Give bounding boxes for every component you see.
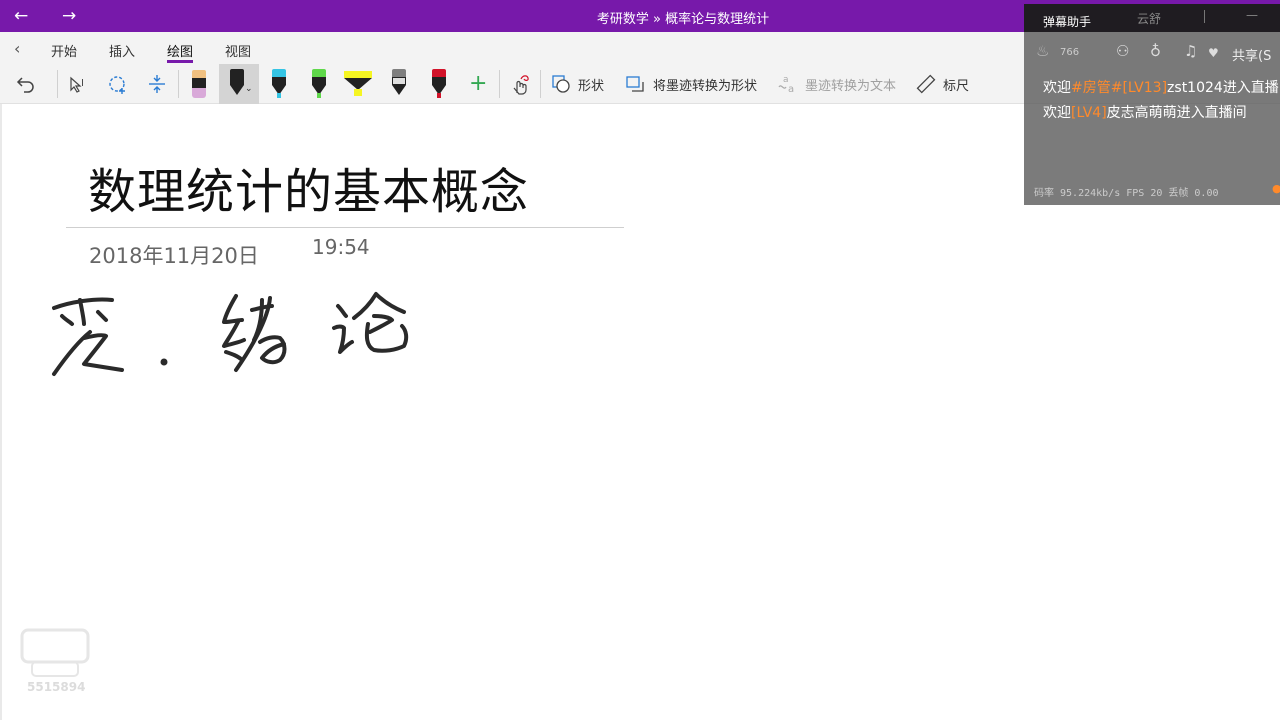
danmu-message: 欢迎#房管#[LV13]zst1024进入直播间 <box>1043 77 1280 97</box>
ink-stroke <box>224 350 244 362</box>
ruler-icon <box>916 74 936 94</box>
user-icon: ⚇ <box>1116 42 1130 60</box>
msg-suffix: 进入直播间 <box>1222 80 1280 96</box>
status-dot-icon: ● <box>1272 182 1280 195</box>
msg-tag: #房管#[LV13] <box>1071 80 1168 96</box>
tab-view[interactable]: 视图 <box>225 41 251 60</box>
touch-draw-icon <box>513 75 529 95</box>
ink-stroke <box>222 320 246 348</box>
page-title[interactable]: 数理统计的基本概念 <box>88 152 529 222</box>
add-pen-icon[interactable]: + <box>469 71 487 96</box>
active-tab-indicator <box>167 60 193 63</box>
ink-stroke <box>96 310 108 322</box>
undo-icon <box>16 77 34 93</box>
highlighter-icon <box>343 68 373 100</box>
tab-insert[interactable]: 插入 <box>109 41 135 60</box>
select-type-button[interactable]: I <box>64 68 92 100</box>
red-pen-button[interactable] <box>427 68 451 100</box>
red-pen-icon <box>428 68 450 100</box>
ink-to-text-button: 墨迹转换为文本 <box>805 79 897 94</box>
toolbar-separator <box>499 70 500 98</box>
green-pen-icon <box>308 68 330 100</box>
danmu-message: 欢迎[LV4]皮志高萌萌进入直播间 <box>1043 102 1247 122</box>
danmu-assistant-panel: 弹幕助手 云舒 — ♨ 766 ⚇ ♁ ♫ ♥ 共享(S 欢迎#房管#[LV13… <box>1024 4 1280 205</box>
toolbar-separator <box>540 70 541 98</box>
bell-icon[interactable]: ♫ <box>1184 42 1197 60</box>
insert-space-button[interactable] <box>143 68 171 100</box>
ink-to-text-icon: aa <box>778 75 794 95</box>
gray-pencil-button[interactable] <box>387 68 411 100</box>
lightbulb-icon: ♁ <box>1150 42 1161 60</box>
danmu-divider <box>1204 10 1205 23</box>
fire-icon: ♨ <box>1036 42 1050 60</box>
ink-stroke <box>258 335 287 365</box>
pencil-icon <box>388 68 410 100</box>
danmu-user: 云舒 <box>1137 12 1162 26</box>
title-divider <box>66 227 624 228</box>
msg-user: 皮志高萌萌 <box>1106 105 1177 121</box>
ink-to-shape-button[interactable]: 将墨迹转换为形状 <box>653 75 757 94</box>
page-time: 19:54 <box>312 235 370 259</box>
type-select-icon: I <box>70 76 84 93</box>
cyan-pen-icon <box>268 68 290 100</box>
msg-prefix: 欢迎 <box>1043 80 1071 96</box>
heart-icon: ♥ <box>1208 46 1219 60</box>
msg-user: zst1024 <box>1167 80 1223 96</box>
collapse-ribbon-icon[interactable]: ‹ <box>14 39 20 58</box>
ink-stroke <box>222 294 244 324</box>
fire-count: 766 <box>1060 47 1080 58</box>
shapes-button[interactable]: 形状 <box>578 75 604 94</box>
ink-to-shape-icon-button[interactable] <box>623 68 647 100</box>
douyu-watermark-logo <box>20 628 90 677</box>
toolbar-separator <box>178 70 179 98</box>
ink-to-text-icon-button: aa <box>775 68 799 100</box>
handwriting-ink[interactable] <box>40 280 430 390</box>
stream-stats: 码率 95.224kb/s FPS 20 丢帧 0.00 <box>1034 188 1219 199</box>
ink-stroke <box>78 298 86 326</box>
tab-draw[interactable]: 绘图 <box>167 41 193 60</box>
cyan-pen-button[interactable] <box>267 68 291 100</box>
canvas-left-border <box>0 104 2 720</box>
lasso-icon <box>109 76 125 94</box>
ink-stroke <box>336 304 348 318</box>
share-button[interactable]: 共享(S <box>1232 45 1271 64</box>
yellow-highlighter-button[interactable] <box>343 68 373 100</box>
page-date: 2018年11月20日 <box>89 244 259 268</box>
toolbar-separator <box>57 70 58 98</box>
tab-start[interactable]: 开始 <box>51 41 77 60</box>
eraser-pen-button[interactable] <box>187 68 211 100</box>
draw-with-touch-button[interactable] <box>507 68 533 100</box>
svg-text:a: a <box>788 84 794 95</box>
ruler-icon-button[interactable] <box>914 68 938 100</box>
danmu-header: 弹幕助手 云舒 — <box>1024 4 1280 32</box>
ruler-button[interactable]: 标尺 <box>943 75 969 94</box>
msg-prefix: 欢迎 <box>1043 105 1071 121</box>
insert-space-icon <box>149 75 165 93</box>
ink-stroke <box>368 314 394 334</box>
shapes-icon <box>552 75 570 93</box>
danmu-stats: ♨ 766 ⚇ ♁ ♫ ♥ 共享(S <box>1024 40 1280 64</box>
green-pen-button[interactable] <box>307 68 331 100</box>
ink-stroke <box>82 333 124 372</box>
danmu-title: 弹幕助手 <box>1043 15 1092 29</box>
room-id: 5515894 <box>27 680 86 694</box>
minimize-button[interactable]: — <box>1246 8 1258 22</box>
ink-stroke <box>364 322 409 353</box>
msg-tag: [LV4] <box>1071 105 1107 121</box>
eraser-icon <box>188 68 210 100</box>
shapes-icon-button[interactable] <box>549 68 573 100</box>
undo-button[interactable] <box>12 68 40 100</box>
ink-stroke <box>60 314 74 326</box>
ink-stroke <box>160 358 168 366</box>
msg-suffix: 进入直播间 <box>1176 105 1247 121</box>
chevron-down-icon[interactable]: ⌄ <box>245 84 253 94</box>
ink-to-shape-icon <box>626 76 644 92</box>
lasso-select-button[interactable] <box>104 68 132 100</box>
svg-text:I: I <box>81 78 84 89</box>
ink-stroke <box>332 324 354 354</box>
